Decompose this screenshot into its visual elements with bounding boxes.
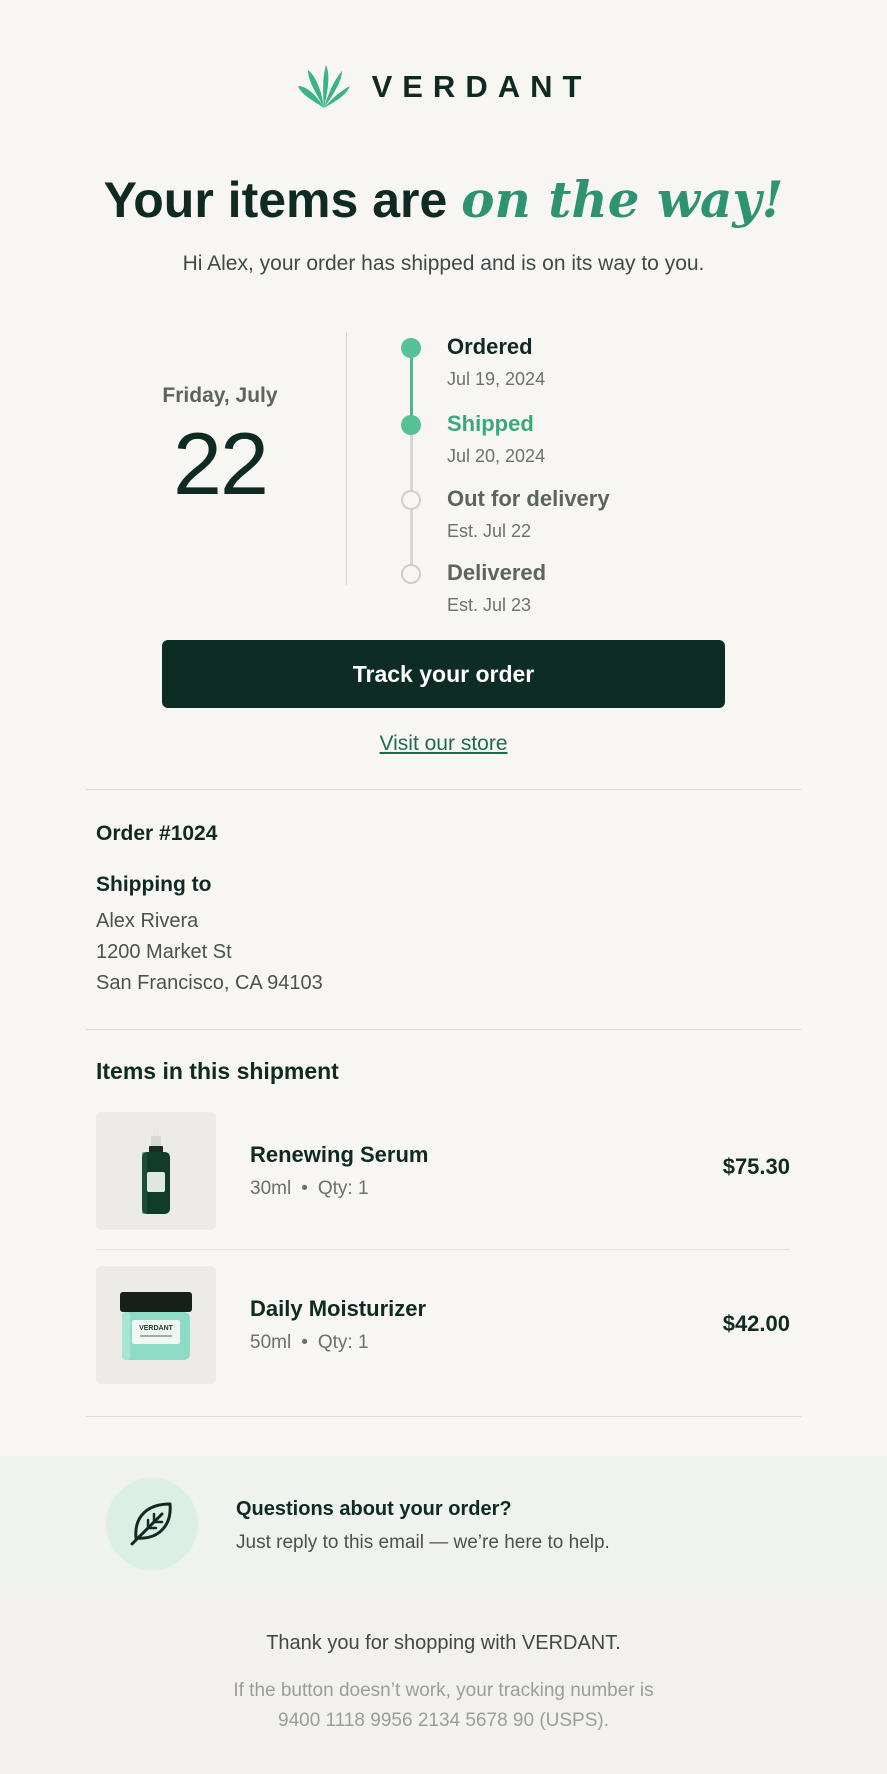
- timeline-step-date: Jul 19, 2024: [447, 369, 546, 389]
- item-meta: 30ml • Qty: 1: [250, 1178, 369, 1200]
- intro-text: Hi Alex, your order has shipped and is o…: [182, 252, 705, 275]
- fallback-note: If the button doesn’t work, your trackin…: [233, 1680, 654, 1701]
- timeline-step-title: Shipped: [447, 411, 534, 436]
- item-qty: Qty: 1: [317, 1178, 369, 1199]
- separator-dot: •: [301, 1332, 308, 1353]
- tracking-number: 9400 1118 9956 2134 5678 90 (USPS).: [278, 1710, 609, 1731]
- item-size: 50ml: [250, 1332, 292, 1353]
- moisturizer-jar-image: VERDANT: [120, 1292, 192, 1360]
- leaf-icon: [106, 1478, 198, 1570]
- leaf-icon-graphic: [130, 1502, 172, 1546]
- vertical-divider: [346, 332, 347, 585]
- headline-suffix: !: [761, 170, 784, 229]
- store-link-container: Visit our store: [0, 732, 887, 756]
- jar-brand-label: VERDANT: [139, 1325, 174, 1332]
- delivery-date-label: Friday, July: [162, 384, 278, 407]
- timeline-dot-pending: [401, 564, 421, 584]
- delivery-date: Friday, July 22: [140, 384, 300, 508]
- timeline-step-title: Ordered: [447, 334, 533, 359]
- visit-store-link[interactable]: Visit our store: [380, 732, 508, 755]
- thank-you-text: Thank you for shopping with VERDANT.: [266, 1632, 621, 1654]
- address-line-city: San Francisco, CA 94103: [96, 972, 323, 994]
- item-name: Daily Moisturizer: [250, 1296, 427, 1321]
- timeline-step-date: Est. Jul 23: [447, 595, 532, 615]
- email-page: VERDANT Your items are on the way! Hi Al…: [0, 0, 887, 1774]
- product-image-serum: [96, 1112, 216, 1230]
- headline-accent: on the way: [461, 170, 762, 229]
- section-divider: [86, 789, 801, 790]
- delivery-date-day: 22: [173, 414, 269, 513]
- fan-leaf-icon: [297, 65, 350, 108]
- help-title: Questions about your order?: [236, 1498, 512, 1520]
- page-title: Your items are on the way!: [0, 170, 887, 229]
- shipping-timeline: Ordered Jul 19, 2024 Shipped Jul 20, 202…: [400, 330, 720, 620]
- item-name: Renewing Serum: [250, 1142, 429, 1167]
- item-price: $42.00: [722, 1311, 790, 1336]
- timeline-dot-active: [401, 415, 421, 435]
- section-divider: [86, 1416, 801, 1417]
- address-line-name: Alex Rivera: [96, 910, 199, 932]
- item-price: $75.30: [722, 1154, 790, 1179]
- help-section: Questions about your order? Just reply t…: [0, 1456, 887, 1596]
- item-qty: Qty: 1: [317, 1332, 369, 1353]
- timeline-step-title: Out for delivery: [447, 486, 610, 511]
- shipping-label: Shipping to: [96, 873, 212, 896]
- timeline-step-date: Est. Jul 22: [447, 521, 532, 541]
- item-divider: [96, 1249, 790, 1250]
- timeline-step-title: Delivered: [447, 560, 547, 585]
- section-divider: [86, 1029, 801, 1030]
- help-text: Just reply to this email — we’re here to…: [236, 1532, 610, 1553]
- brand-header: VERDANT: [0, 62, 887, 112]
- timeline-dot-done: [401, 338, 421, 358]
- timeline-progress-line: [410, 348, 413, 422]
- brand-name: VERDANT: [371, 69, 592, 104]
- serum-bottle-image: [142, 1126, 170, 1214]
- headline-prefix: Your items are: [103, 172, 462, 228]
- separator-dot: •: [301, 1178, 308, 1199]
- item-size: 30ml: [250, 1178, 292, 1199]
- product-image-moisturizer: VERDANT: [96, 1266, 216, 1384]
- shipment-item: VERDANT Daily Moisturizer 50ml • Qty: 1 $4…: [96, 1266, 790, 1384]
- timeline-dot-pending: [401, 490, 421, 510]
- items-heading: Items in this shipment: [96, 1058, 339, 1084]
- track-order-button[interactable]: Track your order: [162, 640, 725, 708]
- order-number: Order #1024: [96, 822, 218, 845]
- address-line-street: 1200 Market St: [96, 941, 232, 963]
- item-meta: 50ml • Qty: 1: [250, 1332, 369, 1354]
- shipment-item: Renewing Serum 30ml • Qty: 1 $75.30: [96, 1112, 790, 1230]
- timeline-step-date: Jul 20, 2024: [447, 446, 546, 466]
